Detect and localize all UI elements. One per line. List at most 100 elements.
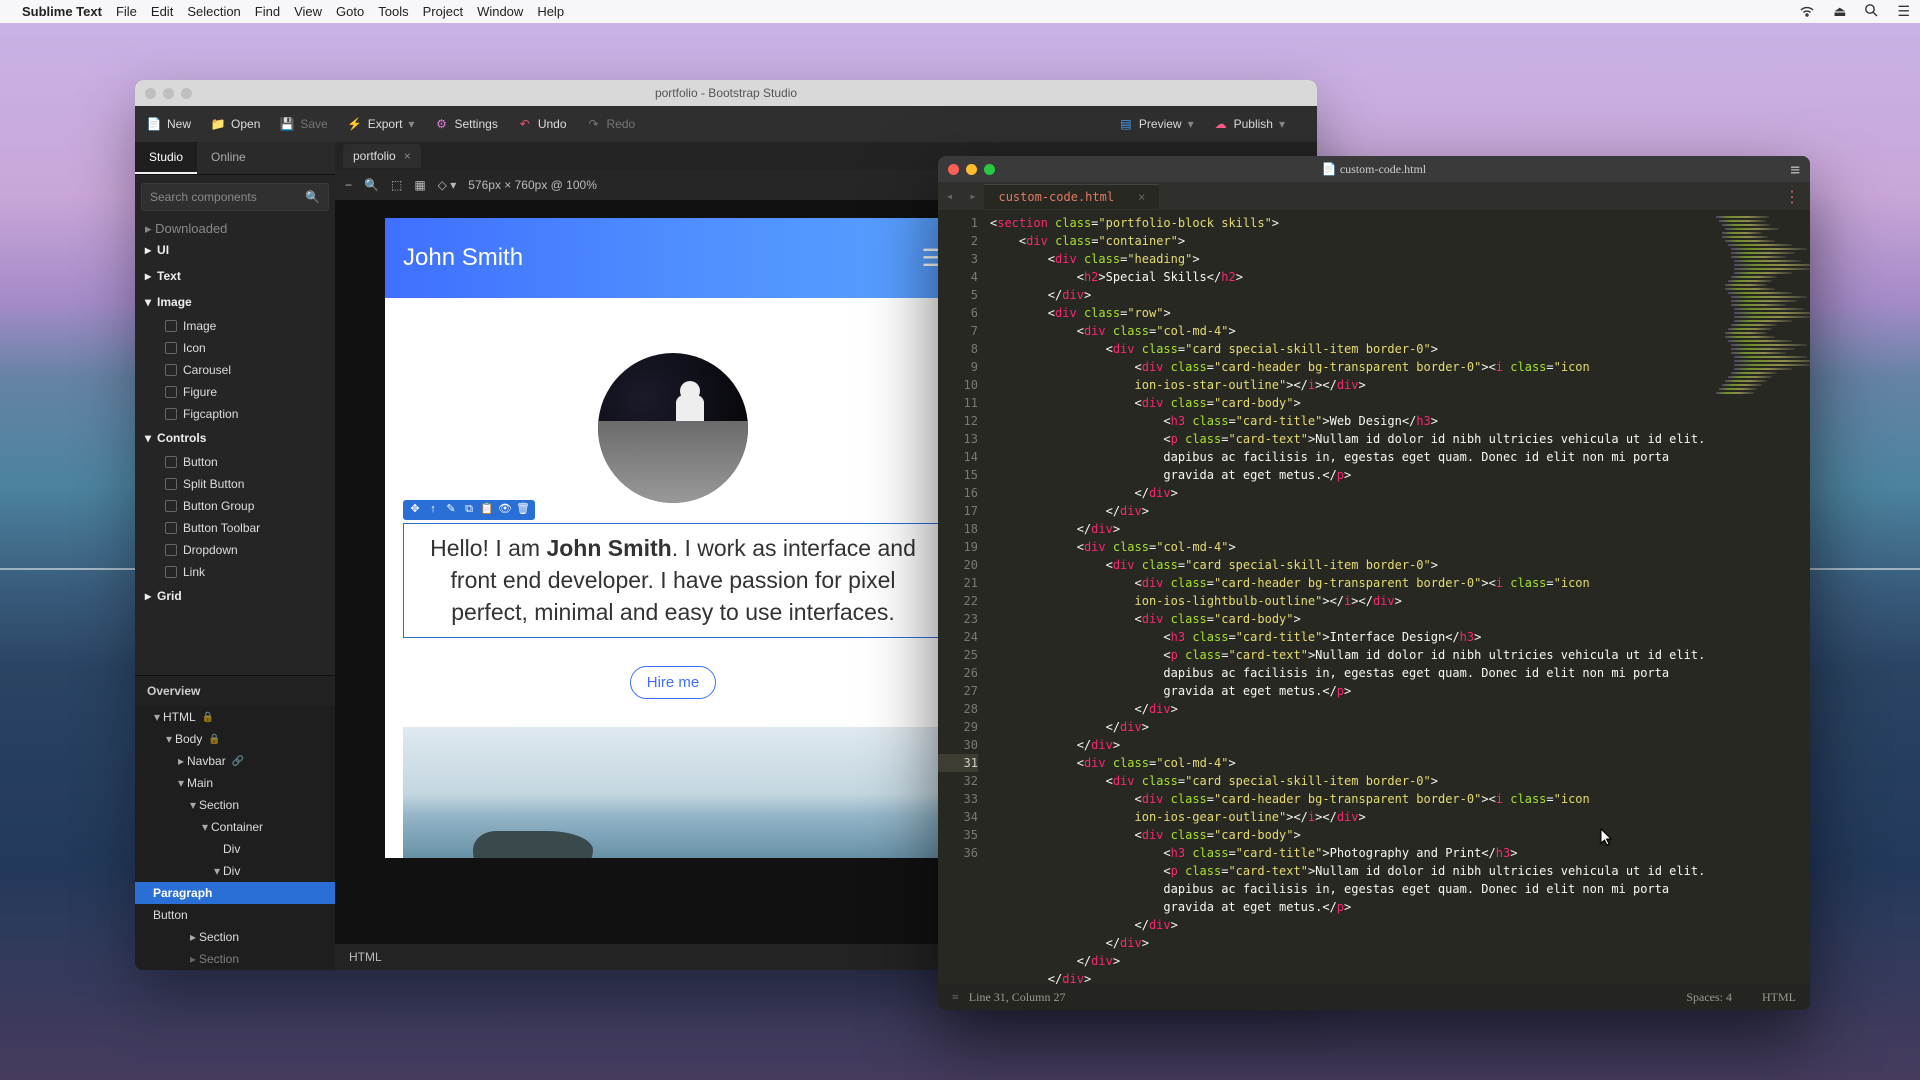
- status-spaces[interactable]: Spaces: 4: [1686, 990, 1732, 1005]
- tab-studio[interactable]: Studio: [135, 142, 197, 174]
- zoom-in-icon[interactable]: 🔍: [364, 178, 379, 192]
- minimap[interactable]: [1712, 210, 1810, 984]
- settings-button[interactable]: ⚙Settings: [434, 117, 497, 131]
- photo-block: [403, 727, 943, 858]
- chevron-down-icon: ▾: [1279, 117, 1285, 131]
- code-view[interactable]: <section class="portfolio-block skills">…: [986, 210, 1712, 984]
- up-icon[interactable]: ↑: [426, 503, 440, 517]
- menubar-item-find[interactable]: Find: [255, 4, 280, 19]
- overview-node-section[interactable]: ▸Section: [135, 926, 335, 948]
- hamburger-icon[interactable]: ≡: [952, 990, 959, 1005]
- overview-node-html[interactable]: ▾HTML 🔒: [135, 706, 335, 728]
- menubar-item-tools[interactable]: Tools: [378, 4, 408, 19]
- bottom-tab-html[interactable]: HTML: [349, 950, 382, 964]
- menubar-item-project[interactable]: Project: [423, 4, 463, 19]
- publish-button[interactable]: ☁Publish▾: [1214, 117, 1285, 131]
- menubar-item-selection[interactable]: Selection: [187, 4, 240, 19]
- preview-button[interactable]: ▤Preview▾: [1119, 117, 1194, 131]
- overview-node-section[interactable]: ▾Section: [135, 794, 335, 816]
- undo-icon: ↶: [518, 117, 532, 131]
- menubar-item-window[interactable]: Window: [477, 4, 523, 19]
- search-components-input[interactable]: Search components 🔍: [141, 183, 329, 211]
- overview-node-main[interactable]: ▾Main: [135, 772, 335, 794]
- overview-node-navbar[interactable]: ▸Navbar 🔗: [135, 750, 335, 772]
- delete-icon[interactable]: 🗑: [516, 503, 530, 517]
- component-group[interactable]: ▸ Downloaded: [145, 217, 335, 237]
- paste-icon[interactable]: 📋: [480, 503, 494, 517]
- site-title: John Smith: [403, 244, 523, 272]
- zoom-out-icon[interactable]: −: [345, 178, 352, 192]
- grid-icon[interactable]: ▦: [414, 178, 425, 192]
- menubar-item-help[interactable]: Help: [537, 4, 564, 19]
- control-center-icon[interactable]: ☰: [1897, 3, 1910, 20]
- save-button[interactable]: 💾Save: [280, 117, 327, 131]
- status-language[interactable]: HTML: [1762, 990, 1796, 1005]
- spotlight-search-icon[interactable]: [1864, 3, 1879, 21]
- selected-paragraph[interactable]: ✥ ↑ ✎ ⧉ 📋 👁 🗑 Hello! I am John Smith. I …: [403, 523, 943, 638]
- component-item[interactable]: Split Button: [135, 473, 335, 495]
- component-item[interactable]: Icon: [135, 337, 335, 359]
- component-group-grid[interactable]: ▸ Grid: [135, 583, 335, 609]
- overview-node-div[interactable]: ▾Div: [135, 860, 335, 882]
- close-tab-icon[interactable]: ×: [404, 149, 411, 163]
- folder-icon: 📁: [211, 117, 225, 131]
- export-button[interactable]: ⚡Export▾: [348, 117, 415, 131]
- hero-banner: John Smith ☰: [385, 218, 961, 298]
- component-item[interactable]: Carousel: [135, 359, 335, 381]
- component-item[interactable]: Button Group: [135, 495, 335, 517]
- tab-nav-back-icon[interactable]: ◂: [938, 189, 961, 203]
- close-tab-icon[interactable]: ×: [1138, 190, 1145, 204]
- menubar-item-goto[interactable]: Goto: [336, 4, 364, 19]
- menubar-item-view[interactable]: View: [294, 4, 322, 19]
- move-icon[interactable]: ✥: [408, 503, 422, 517]
- edit-icon[interactable]: ✎: [444, 503, 458, 517]
- overview-node-body[interactable]: ▾Body 🔒: [135, 728, 335, 750]
- stage-tab[interactable]: portfolio ×: [343, 144, 421, 168]
- tab-nav-fwd-icon[interactable]: ▸: [961, 189, 984, 203]
- component-group-text[interactable]: ▸ Text: [135, 263, 335, 289]
- selection-icon[interactable]: ⬚: [391, 178, 402, 192]
- menubar-app-name[interactable]: Sublime Text: [22, 4, 102, 19]
- preview-stage[interactable]: John Smith ☰ ✥ ↑ ✎ ⧉ 📋 👁 🗑: [385, 218, 961, 858]
- component-item[interactable]: Image: [135, 315, 335, 337]
- copy-icon[interactable]: ⧉: [462, 503, 476, 517]
- code-editor[interactable]: 1234567891011121314151617181920212223242…: [938, 210, 1810, 984]
- component-item[interactable]: Figcaption: [135, 403, 335, 425]
- overview-node-section[interactable]: ▸Section: [135, 948, 335, 970]
- component-item[interactable]: Link: [135, 561, 335, 583]
- component-group-image[interactable]: ▾ Image: [135, 289, 335, 315]
- menubar-item-edit[interactable]: Edit: [151, 4, 173, 19]
- status-bar: ≡ Line 31, Column 27 Spaces: 4 HTML: [938, 984, 1810, 1010]
- tab-online[interactable]: Online: [197, 142, 260, 174]
- file-icon: 📄: [147, 117, 161, 131]
- new-button[interactable]: 📄New: [147, 117, 191, 131]
- st-titlebar[interactable]: 📄 custom-code.html ≡: [938, 156, 1810, 182]
- hide-icon[interactable]: 👁: [498, 503, 512, 517]
- tab-options-icon[interactable]: ⋮: [1784, 187, 1810, 206]
- component-item[interactable]: Button Toolbar: [135, 517, 335, 539]
- editor-tab[interactable]: custom-code.html ×: [984, 184, 1159, 209]
- bs-titlebar[interactable]: portfolio - Bootstrap Studio: [135, 80, 1317, 106]
- eject-icon[interactable]: ⏏: [1833, 3, 1846, 20]
- bs-window-title: portfolio - Bootstrap Studio: [135, 86, 1317, 100]
- undo-button[interactable]: ↶Undo: [518, 117, 567, 131]
- hire-me-button[interactable]: Hire me: [630, 666, 717, 699]
- overview-node-button[interactable]: Button: [135, 904, 335, 926]
- component-item[interactable]: Button: [135, 451, 335, 473]
- menubar-item-file[interactable]: File: [116, 4, 137, 19]
- component-item[interactable]: Figure: [135, 381, 335, 403]
- wifi-icon[interactable]: [1799, 4, 1815, 20]
- mac-menubar: Sublime Text File Edit Selection Find View Go…: [0, 0, 1920, 23]
- overview-node-container[interactable]: ▾Container: [135, 816, 335, 838]
- status-line-col[interactable]: Line 31, Column 27: [969, 990, 1066, 1005]
- component-item[interactable]: Dropdown: [135, 539, 335, 561]
- overview-node-paragraph[interactable]: Paragraph: [135, 882, 335, 904]
- redo-button[interactable]: ↷Redo: [587, 117, 636, 131]
- gear-icon: ⚙: [434, 117, 448, 131]
- component-group-controls[interactable]: ▾ Controls: [135, 425, 335, 451]
- layers-icon[interactable]: ◇ ▾: [438, 178, 457, 192]
- viewport-size[interactable]: 576px × 760px @ 100%: [468, 178, 597, 192]
- open-button[interactable]: 📁Open: [211, 117, 260, 131]
- component-group-ui[interactable]: ▸ UI: [135, 237, 335, 263]
- overview-node-div[interactable]: Div: [135, 838, 335, 860]
